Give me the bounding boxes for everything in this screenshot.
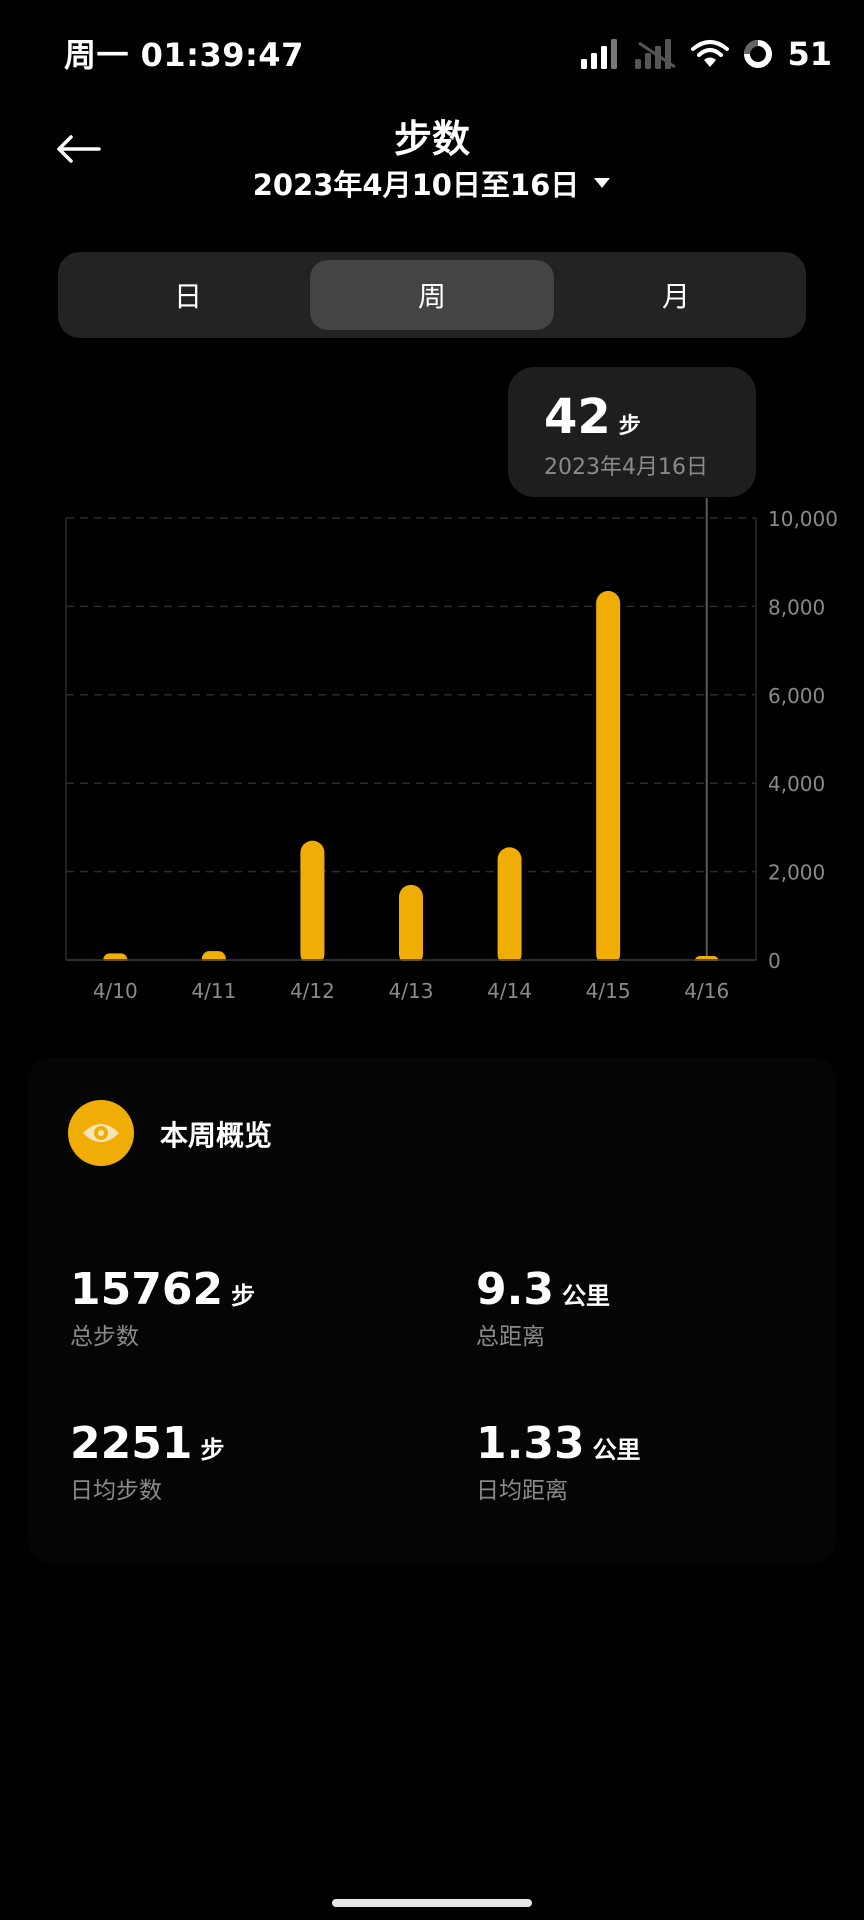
x-tick-label: 4/10 bbox=[93, 979, 138, 1003]
tab-week[interactable]: 周 bbox=[310, 260, 554, 330]
chart-baseline-mask bbox=[64, 961, 758, 971]
x-tick-label: 4/11 bbox=[191, 979, 236, 1003]
y-tick-label: 10,000 bbox=[768, 507, 838, 531]
battery-level: 51 bbox=[787, 35, 832, 73]
page-title: 步数 bbox=[393, 117, 470, 161]
battery-icon bbox=[744, 40, 773, 68]
signal-disabled-icon bbox=[635, 39, 677, 69]
stat-total-distance: 9.3 公里 总距离 bbox=[476, 1264, 610, 1351]
chart-bar[interactable] bbox=[596, 590, 621, 966]
stat-avg-steps: 2251 步 日均步数 bbox=[70, 1418, 224, 1505]
avg-steps-value: 2251 bbox=[70, 1418, 193, 1469]
chart-tooltip: 42 步 2023年4月16日 bbox=[508, 367, 756, 497]
tooltip-value-row: 42 步 bbox=[544, 389, 756, 445]
chart-bar[interactable] bbox=[300, 840, 325, 966]
tab-day[interactable]: 日 bbox=[66, 260, 310, 330]
tooltip-unit: 步 bbox=[618, 414, 641, 439]
avg-distance-unit: 公里 bbox=[592, 1436, 641, 1464]
weekly-overview-card: 本周概览 15762 步 总步数 9.3 公里 总距离 2251 步 日均步数 … bbox=[28, 1058, 836, 1563]
avg-steps-label: 日均步数 bbox=[70, 1478, 162, 1504]
y-tick-label: 4,000 bbox=[768, 772, 825, 796]
y-tick-label: 6,000 bbox=[768, 684, 825, 708]
total-distance-label: 总距离 bbox=[476, 1324, 545, 1350]
signal-icon bbox=[581, 39, 618, 69]
x-tick-label: 4/14 bbox=[487, 979, 532, 1003]
x-tick-label: 4/12 bbox=[290, 979, 335, 1003]
x-tick-label: 4/16 bbox=[684, 979, 729, 1003]
avg-steps-unit: 步 bbox=[200, 1436, 225, 1464]
y-tick-label: 8,000 bbox=[768, 595, 825, 619]
x-tick-label: 4/15 bbox=[586, 979, 631, 1003]
tooltip-date: 2023年4月16日 bbox=[544, 455, 708, 480]
chart-bar[interactable] bbox=[497, 847, 522, 966]
caret-down-icon bbox=[594, 178, 611, 188]
wifi-icon bbox=[691, 40, 730, 67]
avg-distance-label: 日均距离 bbox=[476, 1478, 568, 1504]
period-tabs: 日 周 月 bbox=[58, 252, 806, 338]
total-steps-unit: 步 bbox=[231, 1282, 256, 1310]
tab-month[interactable]: 月 bbox=[554, 260, 798, 330]
x-tick-label: 4/13 bbox=[389, 979, 434, 1003]
stat-avg-distance: 1.33 公里 日均距离 bbox=[476, 1418, 641, 1505]
y-tick-label: 0 bbox=[768, 949, 781, 973]
home-indicator[interactable] bbox=[332, 1899, 532, 1907]
total-steps-value: 15762 bbox=[70, 1264, 224, 1315]
avg-distance-value: 1.33 bbox=[476, 1418, 585, 1469]
y-tick-label: 2,000 bbox=[768, 861, 825, 885]
steps-bar-chart[interactable]: 0 2,000 4,000 6,000 8,000 10,000 4/10 4/11 4/12 4… bbox=[0, 490, 864, 1010]
total-distance-unit: 公里 bbox=[561, 1282, 610, 1310]
total-distance-value: 9.3 bbox=[476, 1264, 554, 1315]
date-range-label: 2023年4月10日至16日 bbox=[252, 168, 580, 202]
chart-bar[interactable] bbox=[399, 884, 423, 966]
tooltip-steps: 42 bbox=[544, 389, 611, 445]
total-steps-label: 总步数 bbox=[70, 1324, 139, 1350]
status-time: 周一 01:39:47 bbox=[64, 36, 304, 74]
date-range-selector[interactable]: 2023年4月10日至16日 bbox=[0, 162, 864, 204]
eye-icon bbox=[68, 1100, 134, 1166]
status-icons: 51 bbox=[581, 34, 832, 74]
stat-total-steps: 15762 步 总步数 bbox=[70, 1264, 255, 1351]
status-bar: 周一 01:39:47 51 bbox=[0, 0, 864, 108]
overview-title: 本周概览 bbox=[160, 1119, 273, 1152]
